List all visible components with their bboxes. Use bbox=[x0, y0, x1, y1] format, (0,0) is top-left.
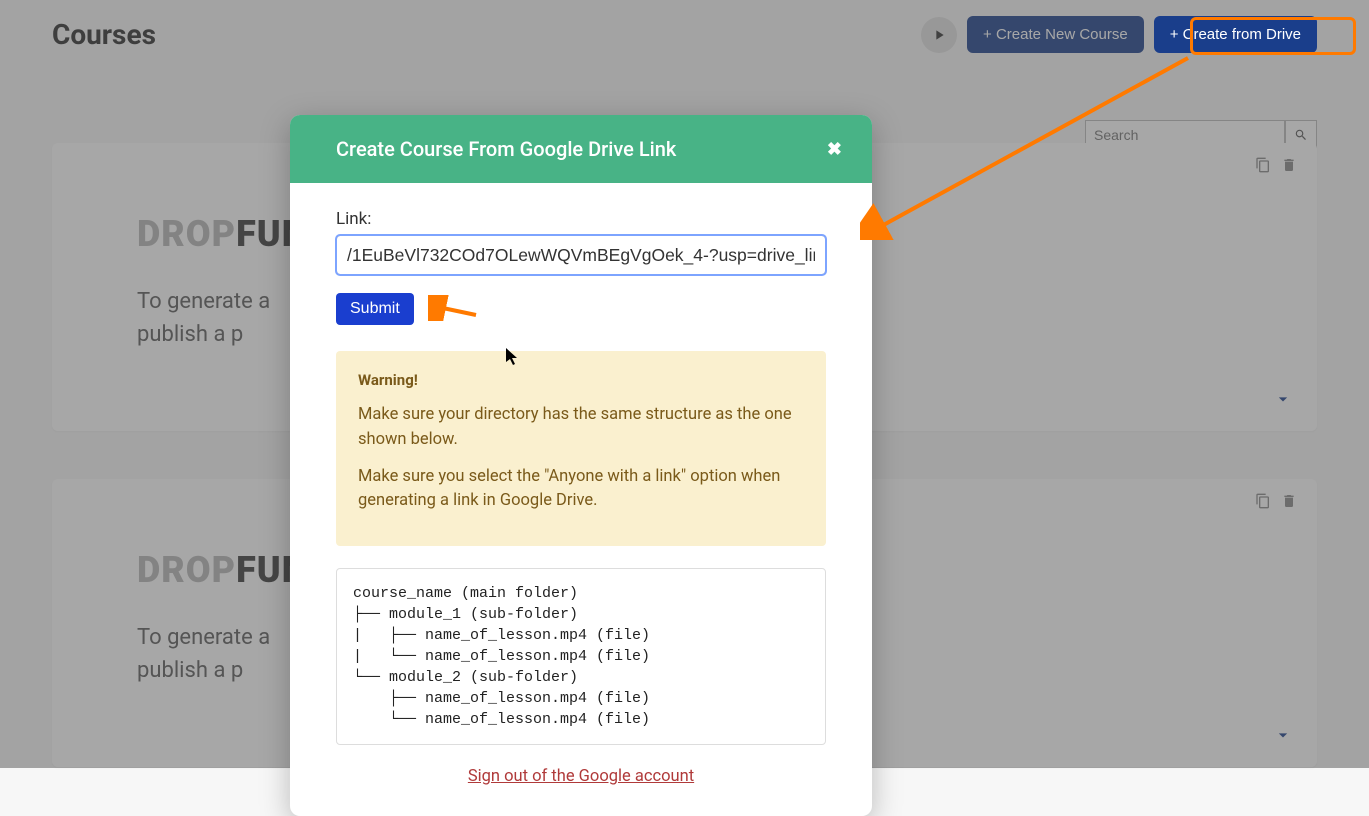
expand-button[interactable] bbox=[1273, 725, 1293, 749]
expand-button[interactable] bbox=[1273, 389, 1293, 413]
directory-structure-code: course_name (main folder) ├── module_1 (… bbox=[336, 568, 826, 745]
warning-text: Make sure your directory has the same st… bbox=[358, 403, 804, 453]
chevron-down-icon bbox=[1273, 725, 1293, 745]
page-title: Courses bbox=[52, 18, 156, 51]
play-button[interactable] bbox=[921, 17, 957, 53]
brand-logo: DROPFUN bbox=[137, 213, 308, 255]
link-label: Link: bbox=[336, 209, 826, 229]
create-from-drive-button[interactable]: + Create from Drive bbox=[1154, 16, 1317, 53]
chevron-down-icon bbox=[1273, 389, 1293, 409]
modal-title: Create Course From Google Drive Link bbox=[336, 137, 676, 161]
close-icon: ✖ bbox=[827, 139, 842, 160]
brand-logo: DROPFUN bbox=[137, 549, 308, 591]
copy-icon[interactable] bbox=[1255, 493, 1271, 509]
warning-text: Make sure you select the "Anyone with a … bbox=[358, 465, 804, 515]
drive-link-input[interactable] bbox=[336, 235, 826, 275]
copy-icon[interactable] bbox=[1255, 157, 1271, 173]
modal-close-button[interactable]: ✖ bbox=[827, 139, 842, 160]
card-text: To generate a publish a p bbox=[137, 621, 308, 687]
search-icon bbox=[1294, 128, 1308, 142]
trash-icon[interactable] bbox=[1281, 493, 1297, 509]
submit-button[interactable]: Submit bbox=[336, 293, 414, 325]
signout-link[interactable]: Sign out of the Google account bbox=[336, 767, 826, 786]
create-from-drive-modal: Create Course From Google Drive Link ✖ L… bbox=[290, 115, 872, 816]
play-icon bbox=[931, 27, 947, 43]
card-text: To generate a publish a p bbox=[137, 285, 308, 351]
trash-icon[interactable] bbox=[1281, 157, 1297, 173]
create-course-button[interactable]: + Create New Course bbox=[967, 16, 1144, 53]
warning-title: Warning! bbox=[358, 371, 804, 389]
warning-panel: Warning! Make sure your directory has th… bbox=[336, 351, 826, 546]
